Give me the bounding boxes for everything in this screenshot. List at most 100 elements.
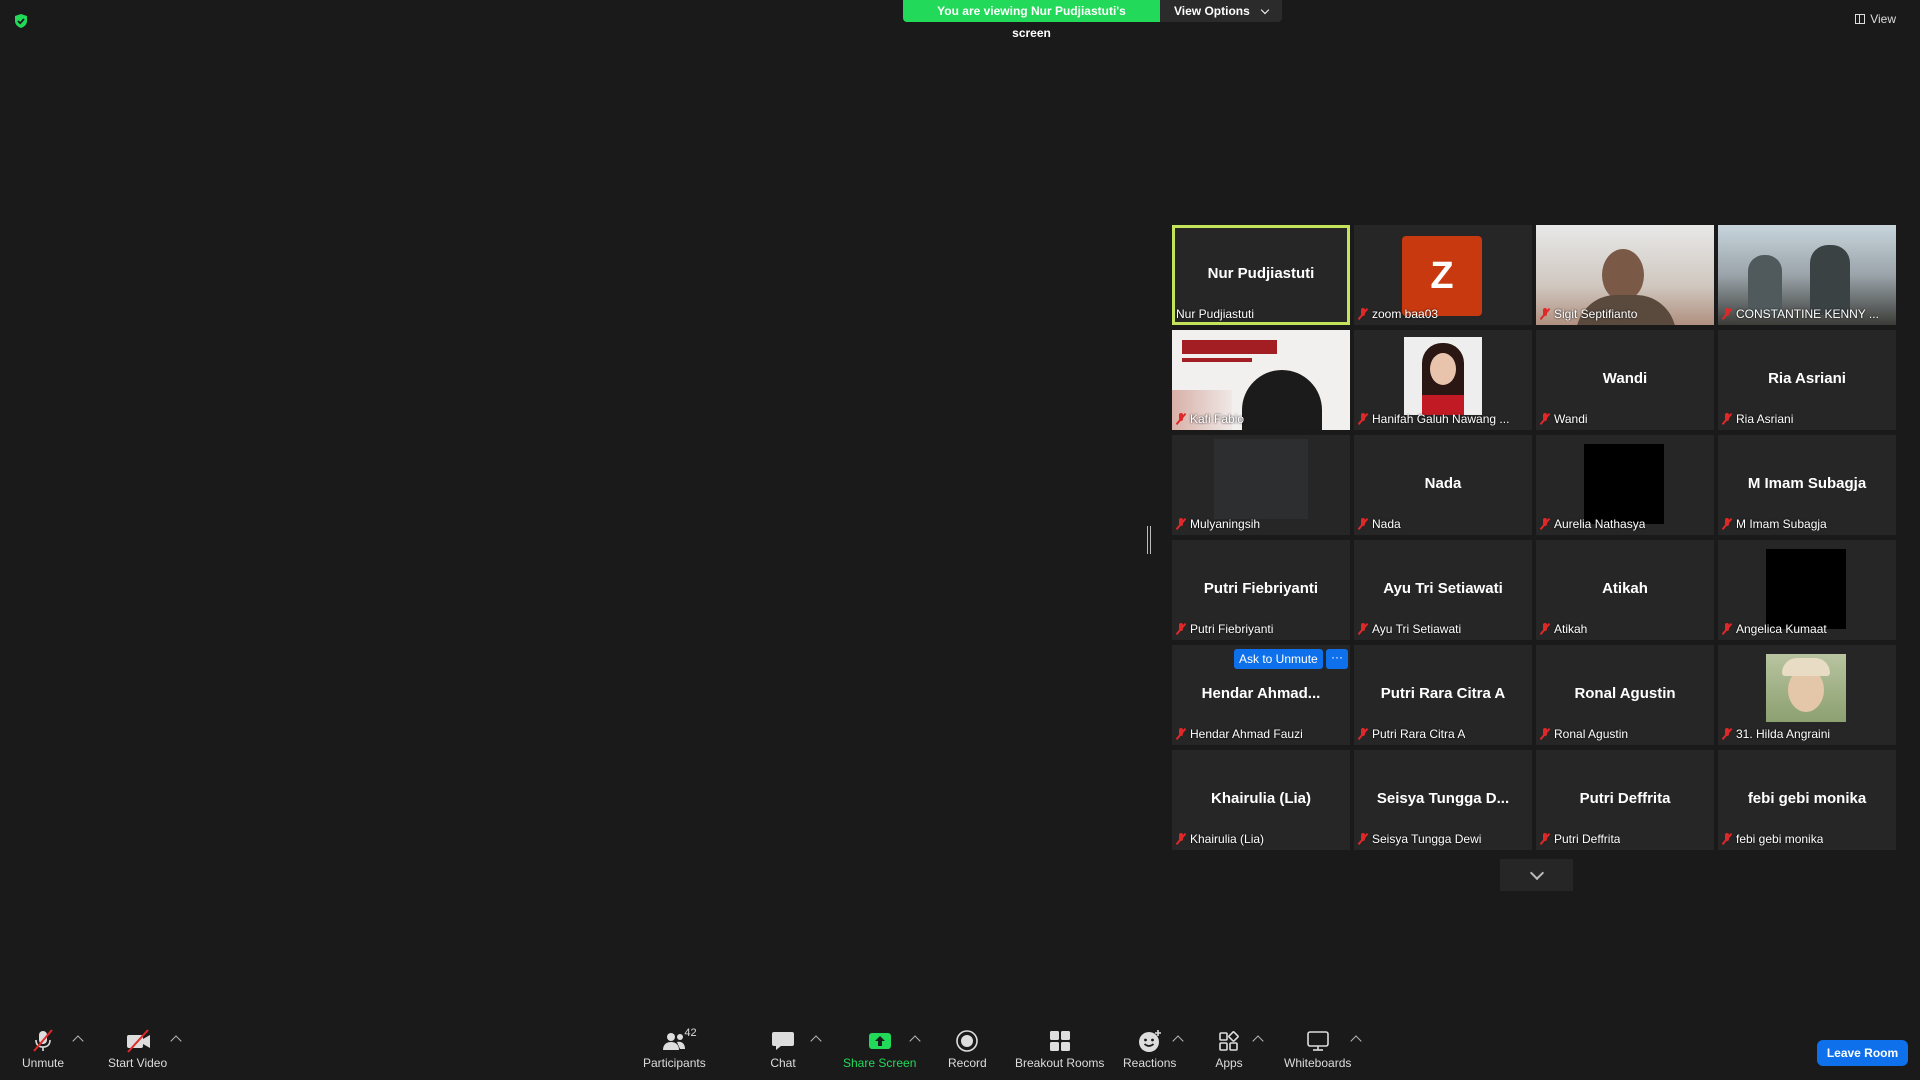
participant-name: Sigit Septifianto <box>1554 307 1638 321</box>
participant-name-label: Nada <box>1358 517 1401 531</box>
mic-muted-icon <box>1540 413 1550 425</box>
record-label: Record <box>948 1056 987 1070</box>
participant-name: 31. Hilda Angraini <box>1736 727 1831 741</box>
view-layout-button[interactable]: View <box>1855 12 1896 26</box>
share-screen-label: Share Screen <box>843 1056 917 1070</box>
unmute-button[interactable]: Unmute <box>22 1029 64 1070</box>
participant-tile[interactable]: M Imam Subagja M Imam Subagja <box>1718 435 1896 535</box>
record-icon <box>956 1030 979 1052</box>
participants-icon-wrap: 42 <box>660 1027 697 1053</box>
video-feed <box>1214 439 1308 519</box>
avatar: Z <box>1402 236 1482 316</box>
participant-name: Khairulia (Lia) <box>1190 832 1265 846</box>
whiteboards-button[interactable]: Whiteboards <box>1284 1029 1351 1070</box>
participant-tile[interactable]: Mulyaningsih <box>1172 435 1350 535</box>
unmute-label: Unmute <box>22 1056 65 1070</box>
participant-tile[interactable]: Putri Rara Citra A Putri Rara Citra A <box>1354 645 1532 745</box>
view-layout-label: View <box>1870 12 1896 26</box>
participant-display-name: Ayu Tri Setiawati <box>1383 580 1503 597</box>
participant-name: zoom baa03 <box>1372 307 1439 321</box>
participant-name-label: zoom baa03 <box>1358 307 1438 321</box>
participant-name-label: Ayu Tri Setiawati <box>1358 622 1461 636</box>
more-options-button[interactable]: ··· <box>1326 649 1348 669</box>
start-video-button[interactable]: Start Video <box>108 1029 167 1070</box>
whiteboard-icon <box>1306 1031 1329 1051</box>
layout-grid-icon <box>1855 14 1866 24</box>
participant-name: Wandi <box>1554 412 1588 426</box>
gallery-next-page-button[interactable] <box>1500 859 1573 891</box>
participant-tile[interactable]: Putri Fiebriyanti Putri Fiebriyanti <box>1172 540 1350 640</box>
participant-tile[interactable]: Ask to Unmute ··· Hendar Ahmad... Hendar… <box>1172 645 1350 745</box>
participant-tile[interactable]: Kafi Fabio <box>1172 330 1350 430</box>
mic-muted-icon <box>1540 623 1550 635</box>
participant-display-name: Putri Deffrita <box>1579 790 1671 807</box>
participant-display-name: Seisya Tungga D... <box>1376 790 1510 807</box>
participant-tile[interactable]: Z zoom baa03 <box>1354 225 1532 325</box>
participant-display-name: Nur Pudjiastuti <box>1207 265 1315 282</box>
mic-muted-icon <box>1176 623 1186 635</box>
view-options-button[interactable]: View Options <box>1160 0 1282 22</box>
participant-tile[interactable]: Ria Asriani Ria Asriani <box>1718 330 1896 430</box>
participant-name-label: 31. Hilda Angraini <box>1722 727 1830 741</box>
apps-button[interactable]: Apps <box>1215 1029 1243 1070</box>
participant-name-label: CONSTANTINE KENNY ... <box>1722 307 1879 321</box>
share-screen-button[interactable]: Share Screen <box>843 1029 916 1070</box>
participant-tile[interactable]: CONSTANTINE KENNY ... <box>1718 225 1896 325</box>
participant-tile[interactable]: Wandi Wandi <box>1536 330 1714 430</box>
profile-photo <box>1584 444 1664 524</box>
participant-name: Nada <box>1372 517 1401 531</box>
breakout-rooms-label: Breakout Rooms <box>1015 1056 1105 1070</box>
viewing-screen-label: You are viewing Nur Pudjiastuti's screen <box>903 0 1160 40</box>
mic-muted-icon <box>1176 728 1186 740</box>
participant-tile[interactable]: Nur Pudjiastuti Nur Pudjiastuti <box>1172 225 1350 325</box>
reactions-button[interactable]: Reactions <box>1123 1029 1176 1070</box>
breakout-rooms-button[interactable]: Breakout Rooms <box>1015 1029 1104 1070</box>
mic-muted-icon <box>1358 308 1368 320</box>
participant-name-label: Sigit Septifianto <box>1540 307 1637 321</box>
participant-name-label: Khairulia (Lia) <box>1176 832 1264 846</box>
mic-muted-icon <box>1358 413 1368 425</box>
participant-name-label: Seisya Tungga Dewi <box>1358 832 1481 846</box>
participants-button[interactable]: 42 Participants <box>643 1027 706 1070</box>
mic-muted-icon <box>1358 728 1368 740</box>
participant-tile[interactable]: Ayu Tri Setiawati Ayu Tri Setiawati <box>1354 540 1532 640</box>
participant-name: Hendar Ahmad Fauzi <box>1190 727 1303 741</box>
chat-button[interactable]: Chat <box>769 1029 797 1070</box>
participant-name-label: Angelica Kumaat <box>1722 622 1827 636</box>
participant-name: CONSTANTINE KENNY ... <box>1736 307 1879 321</box>
share-screen-icon <box>868 1033 891 1049</box>
screen-share-banner: You are viewing Nur Pudjiastuti's screen… <box>903 0 1282 40</box>
mic-muted-icon <box>1358 623 1368 635</box>
participant-tile[interactable]: Putri Deffrita Putri Deffrita <box>1536 750 1714 850</box>
participant-tile[interactable]: Hanifah Galuh Nawang ... <box>1354 330 1532 430</box>
leave-room-button[interactable]: Leave Room <box>1817 1040 1908 1066</box>
participant-name: Nur Pudjiastuti <box>1176 307 1255 321</box>
participant-tile[interactable]: Ronal Agustin Ronal Agustin <box>1536 645 1714 745</box>
participant-name: Ronal Agustin <box>1554 727 1629 741</box>
whiteboards-label: Whiteboards <box>1284 1056 1352 1070</box>
participant-tile[interactable]: Nada Nada <box>1354 435 1532 535</box>
participant-name: Aurelia Nathasya <box>1554 517 1646 531</box>
participant-name-label: Mulyaningsih <box>1176 517 1260 531</box>
participant-name-label: Kafi Fabio <box>1176 412 1244 426</box>
participant-name: febi gebi monika <box>1736 832 1824 846</box>
participant-tile[interactable]: febi gebi monika febi gebi monika <box>1718 750 1896 850</box>
ask-to-unmute-button[interactable]: Ask to Unmute <box>1234 649 1323 669</box>
participant-tile[interactable]: 31. Hilda Angraini <box>1718 645 1896 745</box>
participant-tile[interactable]: Angelica Kumaat <box>1718 540 1896 640</box>
reactions-label: Reactions <box>1123 1056 1177 1070</box>
apps-icon <box>1219 1031 1239 1051</box>
participant-tile[interactable]: Atikah Atikah <box>1536 540 1714 640</box>
participant-tile[interactable]: Sigit Septifianto <box>1536 225 1714 325</box>
participant-tile[interactable]: Aurelia Nathasya <box>1536 435 1714 535</box>
participant-display-name: Ria Asriani <box>1768 370 1846 387</box>
record-button[interactable]: Record <box>948 1029 987 1070</box>
security-shield-icon[interactable] <box>13 13 29 29</box>
participant-tile[interactable]: Seisya Tungga D... Seisya Tungga Dewi <box>1354 750 1532 850</box>
mic-muted-icon <box>1358 518 1368 530</box>
participant-name-label: M Imam Subagja <box>1722 517 1827 531</box>
mic-muted-icon <box>1176 413 1186 425</box>
participant-display-name: Hendar Ahmad... <box>1201 685 1321 702</box>
panel-resize-handle[interactable] <box>1147 526 1151 554</box>
participant-tile[interactable]: Khairulia (Lia) Khairulia (Lia) <box>1172 750 1350 850</box>
